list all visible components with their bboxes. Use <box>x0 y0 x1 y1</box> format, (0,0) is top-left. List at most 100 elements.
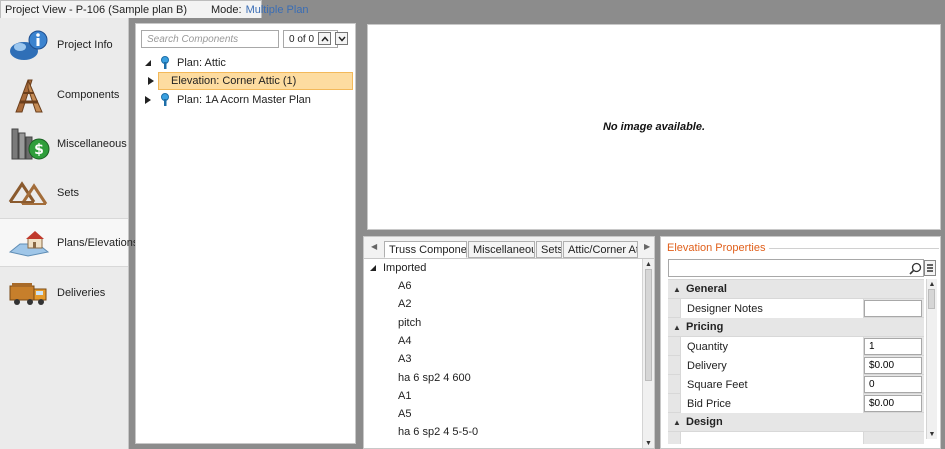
category-pricing[interactable]: ▲ Pricing <box>668 318 924 337</box>
quantity-field[interactable] <box>864 338 922 355</box>
components-scrollbar[interactable]: ▲ ▼ <box>642 259 654 448</box>
previous-match-button[interactable] <box>318 32 331 45</box>
category-label: Design <box>686 416 723 428</box>
tab-attic-corner-attic[interactable]: Attic/Corner Attic <box>563 241 638 258</box>
collapsed-arrow-icon[interactable] <box>147 77 155 85</box>
list-item-label: A2 <box>398 298 412 310</box>
scrollbar-thumb[interactable] <box>928 289 935 309</box>
project-view-tab[interactable]: Project View - P-106 (Sample plan B) Mod… <box>0 0 309 18</box>
property-row-designer-notes: Designer Notes <box>668 299 924 318</box>
plans-elevations-icon <box>8 230 50 257</box>
miscellaneous-icon: $ <box>11 128 50 159</box>
nav-item-miscellaneous[interactable]: $ Miscellaneous <box>0 119 128 168</box>
collapse-chevron-icon[interactable]: ▲ <box>668 323 686 332</box>
tree-node-plan-attic[interactable]: Plan: Attic <box>144 54 226 72</box>
tab-truss-components[interactable]: Truss Components <box>384 241 467 258</box>
nav-item-components[interactable]: Components <box>0 70 128 119</box>
property-grid: ▲ General Designer Notes ▲ Pricing Quant… <box>668 279 924 444</box>
list-item[interactable]: A1 <box>398 387 411 405</box>
property-name: Quantity <box>680 337 864 356</box>
nav-label-project-info: Project Info <box>57 38 113 51</box>
nav-item-plans-elevations[interactable]: Plans/Elevations <box>0 218 138 267</box>
designer-notes-field[interactable] <box>864 300 922 317</box>
list-item[interactable]: ha 6 sp2 4 5-5-0 <box>398 423 478 441</box>
truss-components-list: Imported A6 A2 pitch A4 A3 ha 6 sp2 4 60… <box>364 259 642 448</box>
list-item-label: A3 <box>398 353 412 365</box>
properties-title: Elevation Properties <box>667 242 770 254</box>
bid-price-field[interactable] <box>864 395 922 412</box>
tree-node-label: Plan: Attic <box>177 57 226 69</box>
nav-label-sets: Sets <box>57 186 80 199</box>
nav-item-sets[interactable]: Sets <box>0 168 128 217</box>
square-feet-field[interactable] <box>864 376 922 393</box>
nav-label-plans-elevations: Plans/Elevations <box>57 236 139 249</box>
mode-value: Multiple Plan <box>245 3 309 16</box>
tree-node-plan-1a-acorn[interactable]: Plan: 1A Acorn Master Plan <box>144 91 311 109</box>
plan-icon <box>161 56 169 69</box>
nav-label-miscellaneous: Miscellaneous <box>57 137 127 150</box>
property-name: Designer Notes <box>680 299 864 318</box>
collapsed-arrow-icon[interactable] <box>144 96 152 104</box>
tab-miscellaneous[interactable]: Miscellaneous <box>468 241 535 258</box>
next-match-button[interactable] <box>335 32 348 45</box>
chevron-up-icon <box>320 35 329 41</box>
list-item[interactable]: pitch <box>398 314 421 332</box>
window-title: Project View - P-106 (Sample plan B) <box>5 3 187 16</box>
scroll-down-icon[interactable]: ▼ <box>927 429 937 439</box>
sets-icon <box>8 180 48 205</box>
delivery-field[interactable] <box>864 357 922 374</box>
list-item-label: A5 <box>398 408 412 420</box>
title-bar: Project View - P-106 (Sample plan B) Mod… <box>0 0 945 18</box>
group-row-imported[interactable]: Imported <box>369 259 426 277</box>
property-row-square-feet: Square Feet <box>668 375 924 394</box>
nav-label-deliveries: Deliveries <box>57 286 106 299</box>
property-row-quantity: Quantity <box>668 337 924 356</box>
collapse-chevron-icon[interactable]: ▲ <box>668 418 686 427</box>
property-name: Bid Price <box>680 394 864 413</box>
scroll-up-icon[interactable]: ▲ <box>643 259 654 269</box>
nav-item-deliveries[interactable]: Deliveries <box>0 268 128 317</box>
property-row-partial <box>668 432 924 444</box>
list-item[interactable]: A4 <box>398 332 411 350</box>
group-box-line <box>761 248 939 249</box>
list-item[interactable]: ha 6 sp2 4 600 <box>398 369 471 387</box>
expanded-arrow-icon[interactable] <box>369 264 377 272</box>
tab-scroll-right-icon[interactable]: ▶ <box>644 242 650 251</box>
list-item[interactable]: A6 <box>398 277 411 295</box>
property-name: Square Feet <box>680 375 864 394</box>
search-icon[interactable] <box>909 262 922 275</box>
chevron-down-icon <box>337 36 346 42</box>
search-components-input[interactable] <box>141 30 279 48</box>
no-image-message: No image available. <box>602 121 706 133</box>
list-item-label: ha 6 sp2 4 600 <box>398 372 471 384</box>
tab-label: Attic/Corner Attic <box>568 243 638 256</box>
list-item[interactable]: A2 <box>398 295 411 313</box>
property-name: Delivery <box>680 356 864 375</box>
scroll-up-icon[interactable]: ▲ <box>927 279 937 289</box>
list-item-label: ha 6 sp2 4 5-5-0 <box>398 426 479 438</box>
elevation-properties-panel: Elevation Properties ▲ General Designer … <box>660 236 941 449</box>
tab-scroll-left-icon[interactable]: ◀ <box>371 242 377 251</box>
property-search-input[interactable] <box>668 259 924 277</box>
list-item[interactable]: A5 <box>398 405 411 423</box>
category-general[interactable]: ▲ General <box>668 280 924 299</box>
properties-scrollbar[interactable]: ▲ ▼ <box>926 279 937 439</box>
list-item-label: pitch <box>398 317 422 329</box>
tab-sets[interactable]: Sets <box>536 241 562 258</box>
list-item[interactable]: A3 <box>398 350 411 368</box>
scroll-down-icon[interactable]: ▼ <box>643 438 654 448</box>
category-label: General <box>686 283 727 295</box>
nav-label-components: Components <box>57 88 120 101</box>
collapse-chevron-icon[interactable]: ▲ <box>668 285 686 294</box>
tab-label: Miscellaneous <box>473 243 534 256</box>
property-view-menu-button[interactable] <box>924 260 936 276</box>
expanded-arrow-icon[interactable] <box>144 59 152 67</box>
property-row-bid-price: Bid Price <box>668 394 924 413</box>
category-design[interactable]: ▲ Design <box>668 413 924 432</box>
mode-label: Mode: <box>211 3 242 16</box>
tab-strip: ◀ Truss Components Miscellaneous Sets At… <box>364 237 654 259</box>
nav-item-project-info[interactable]: Project Info <box>0 20 128 69</box>
scrollbar-thumb[interactable] <box>645 269 652 381</box>
svg-text:$: $ <box>34 142 44 158</box>
tree-node-elevation-corner-attic[interactable]: Elevation: Corner Attic (1) <box>148 72 353 90</box>
